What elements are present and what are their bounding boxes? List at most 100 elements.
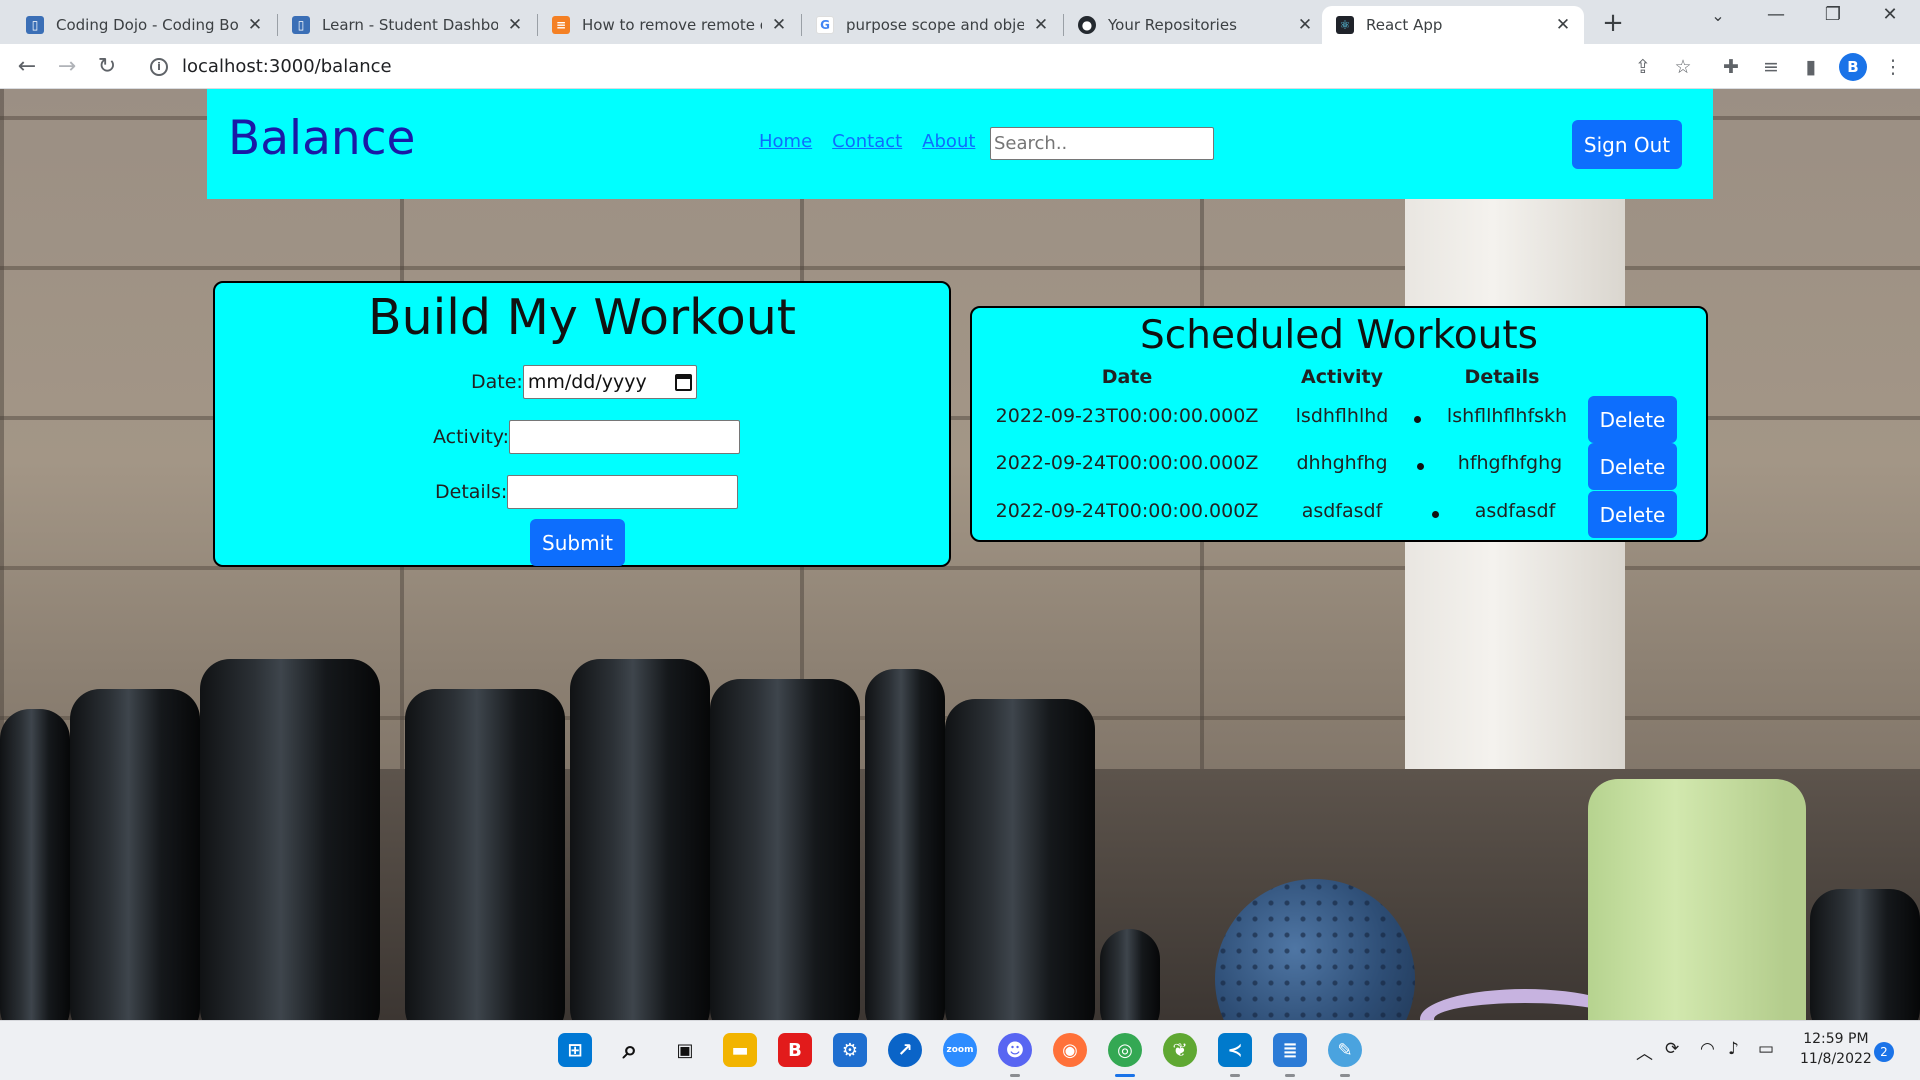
- activity-input[interactable]: [509, 420, 741, 454]
- codingdojo-icon: ▯: [292, 16, 310, 34]
- windows-start-icon[interactable]: ⊞: [558, 1033, 592, 1067]
- date-label: Date:: [471, 371, 523, 393]
- forward-arrow-icon[interactable]: →: [52, 52, 82, 82]
- weight-plate-image: [0, 709, 70, 1020]
- close-icon[interactable]: ✕: [506, 15, 524, 35]
- browser-tab-coding-dojo[interactable]: ▯ Coding Dojo - Coding Boot ✕: [12, 6, 276, 44]
- vscode-icon[interactable]: ≺: [1218, 1033, 1252, 1067]
- browser-tab-github[interactable]: ● Your Repositories ✕: [1064, 6, 1326, 44]
- new-tab-button[interactable]: +: [1596, 8, 1630, 38]
- delete-button[interactable]: Delete: [1588, 396, 1677, 443]
- firefox-icon[interactable]: ◉: [1053, 1033, 1087, 1067]
- url-text: localhost:3000/balance: [182, 56, 392, 77]
- calendar-icon[interactable]: [674, 373, 692, 391]
- nav-link-about[interactable]: About: [922, 131, 975, 152]
- volume-icon[interactable]: ♪: [1728, 1039, 1739, 1059]
- close-icon[interactable]: ✕: [1032, 15, 1050, 35]
- reload-icon[interactable]: ↻: [92, 52, 122, 82]
- browser-tab-stackoverflow[interactable]: ≡ How to remove remote orig ✕: [538, 6, 800, 44]
- tab-title: React App: [1366, 16, 1443, 34]
- extensions-puzzle-icon[interactable]: ✚: [1718, 54, 1744, 80]
- delete-button[interactable]: Delete: [1588, 443, 1677, 490]
- google-icon: G: [816, 16, 834, 34]
- search-icon[interactable]: ⌕: [613, 1033, 647, 1067]
- weight-plate-image: [70, 689, 200, 1020]
- back-arrow-icon[interactable]: ←: [12, 52, 42, 82]
- nav-link-home[interactable]: Home: [759, 131, 812, 152]
- address-bar[interactable]: i localhost:3000/balance: [140, 50, 1680, 83]
- brand-title: Balance: [228, 111, 416, 166]
- tab-title: Your Repositories: [1108, 16, 1237, 34]
- table-cell-details: asdfasdf: [1474, 500, 1556, 522]
- close-icon[interactable]: ✕: [770, 15, 788, 35]
- windows-taskbar: ⊞ ⌕ ▣ ▬ B ⚙ ↗ zoom ☻ ◉ ◎ ❦ ≺ ≣ ✎ ︿ ⟳ ◠ ♪…: [0, 1020, 1920, 1080]
- discord-icon[interactable]: ☻: [998, 1033, 1032, 1067]
- paint-icon[interactable]: ✎: [1328, 1033, 1362, 1067]
- task-view-icon[interactable]: ▣: [668, 1033, 702, 1067]
- side-panel-icon[interactable]: ▮: [1798, 54, 1824, 80]
- share-icon[interactable]: ⇪: [1630, 54, 1656, 80]
- site-info-icon[interactable]: i: [150, 57, 168, 76]
- list-bullet-icon: [1432, 511, 1439, 518]
- delete-button[interactable]: Delete: [1588, 491, 1677, 538]
- date-row: Date: mm/dd/yyyy: [471, 365, 697, 399]
- bitdefender-icon[interactable]: B: [778, 1033, 812, 1067]
- sign-out-button[interactable]: Sign Out: [1572, 120, 1682, 169]
- notification-badge[interactable]: 2: [1874, 1042, 1894, 1062]
- clock-date: 11/8/2022: [1800, 1051, 1872, 1067]
- browser-tab-google[interactable]: G purpose scope and objectiv ✕: [802, 6, 1062, 44]
- table-cell-date: 2022-09-23T00:00:00.000Z: [995, 405, 1259, 427]
- scheduled-workouts-card: Scheduled Workouts Date Activity Details…: [970, 306, 1708, 542]
- window-close-icon[interactable]: ✕: [1870, 4, 1910, 25]
- more-menu-icon[interactable]: ⋮: [1880, 54, 1906, 80]
- submit-button[interactable]: Submit: [530, 519, 625, 566]
- battery-icon[interactable]: ▭: [1758, 1039, 1774, 1059]
- tray-chevron-icon[interactable]: ︿: [1636, 1039, 1653, 1064]
- close-icon[interactable]: ✕: [246, 15, 264, 35]
- app-blue-icon[interactable]: ↗: [888, 1033, 922, 1067]
- wifi-icon[interactable]: ◠: [1700, 1039, 1715, 1059]
- weight-plate-image: [405, 689, 565, 1020]
- control-panel-icon[interactable]: ⚙: [833, 1033, 867, 1067]
- stackoverflow-icon: ≡: [552, 16, 570, 34]
- list-bullet-icon: [1414, 416, 1421, 423]
- system-clock[interactable]: 12:59 PM 11/8/2022: [1800, 1029, 1872, 1069]
- date-input[interactable]: mm/dd/yyyy: [522, 365, 697, 399]
- active-indicator: [1115, 1074, 1135, 1077]
- running-indicator: [1285, 1074, 1295, 1077]
- chrome-icon[interactable]: ◎: [1108, 1033, 1142, 1067]
- tab-search-chevron-icon[interactable]: ⌄: [1698, 6, 1738, 25]
- details-input[interactable]: [507, 475, 739, 509]
- clock-time: 12:59 PM: [1803, 1031, 1869, 1047]
- nav-link-contact[interactable]: Contact: [832, 131, 902, 152]
- weight-plate-image: [570, 659, 710, 1020]
- browser-tab-strip: ▯ Coding Dojo - Coding Boot ✕ ▯ Learn - …: [0, 0, 1920, 44]
- springtools-icon[interactable]: ❦: [1163, 1033, 1197, 1067]
- restore-icon[interactable]: ❐: [1813, 4, 1853, 25]
- zoom-icon[interactable]: zoom: [943, 1033, 977, 1067]
- reading-list-icon[interactable]: ≡: [1758, 54, 1784, 80]
- browser-tab-react-app[interactable]: ⚛ React App ✕: [1322, 6, 1584, 44]
- search-input[interactable]: [990, 127, 1214, 160]
- table-cell-activity: asdfasdf: [1301, 500, 1383, 522]
- profile-avatar[interactable]: B: [1839, 53, 1867, 81]
- bookmark-star-icon[interactable]: ☆: [1670, 54, 1696, 80]
- file-explorer-icon[interactable]: ▬: [723, 1033, 757, 1067]
- column-header-date: Date: [1101, 366, 1153, 388]
- activity-row: Activity:: [433, 420, 741, 454]
- weight-plate-image: [1810, 889, 1920, 1020]
- weight-plate-image: [200, 659, 380, 1020]
- list-bullet-icon: [1417, 463, 1424, 470]
- table-cell-activity: dhhghfhg: [1296, 452, 1388, 474]
- date-placeholder: mm/dd/yyyy: [527, 371, 647, 393]
- browser-toolbar: ← → ↻ i localhost:3000/balance ⇪ ☆ ✚ ≡ ▮…: [0, 44, 1920, 89]
- notepad-icon[interactable]: ≣: [1273, 1033, 1307, 1067]
- sync-icon[interactable]: ⟳: [1665, 1039, 1679, 1059]
- build-workout-title: Build My Workout: [367, 289, 796, 346]
- tab-title: How to remove remote orig: [582, 16, 762, 34]
- close-icon[interactable]: ✕: [1554, 15, 1572, 35]
- column-header-details: Details: [1464, 366, 1540, 388]
- minimize-icon[interactable]: —: [1756, 4, 1796, 25]
- browser-tab-student-dashboard[interactable]: ▯ Learn - Student Dashboard ✕: [278, 6, 536, 44]
- close-icon[interactable]: ✕: [1296, 15, 1314, 35]
